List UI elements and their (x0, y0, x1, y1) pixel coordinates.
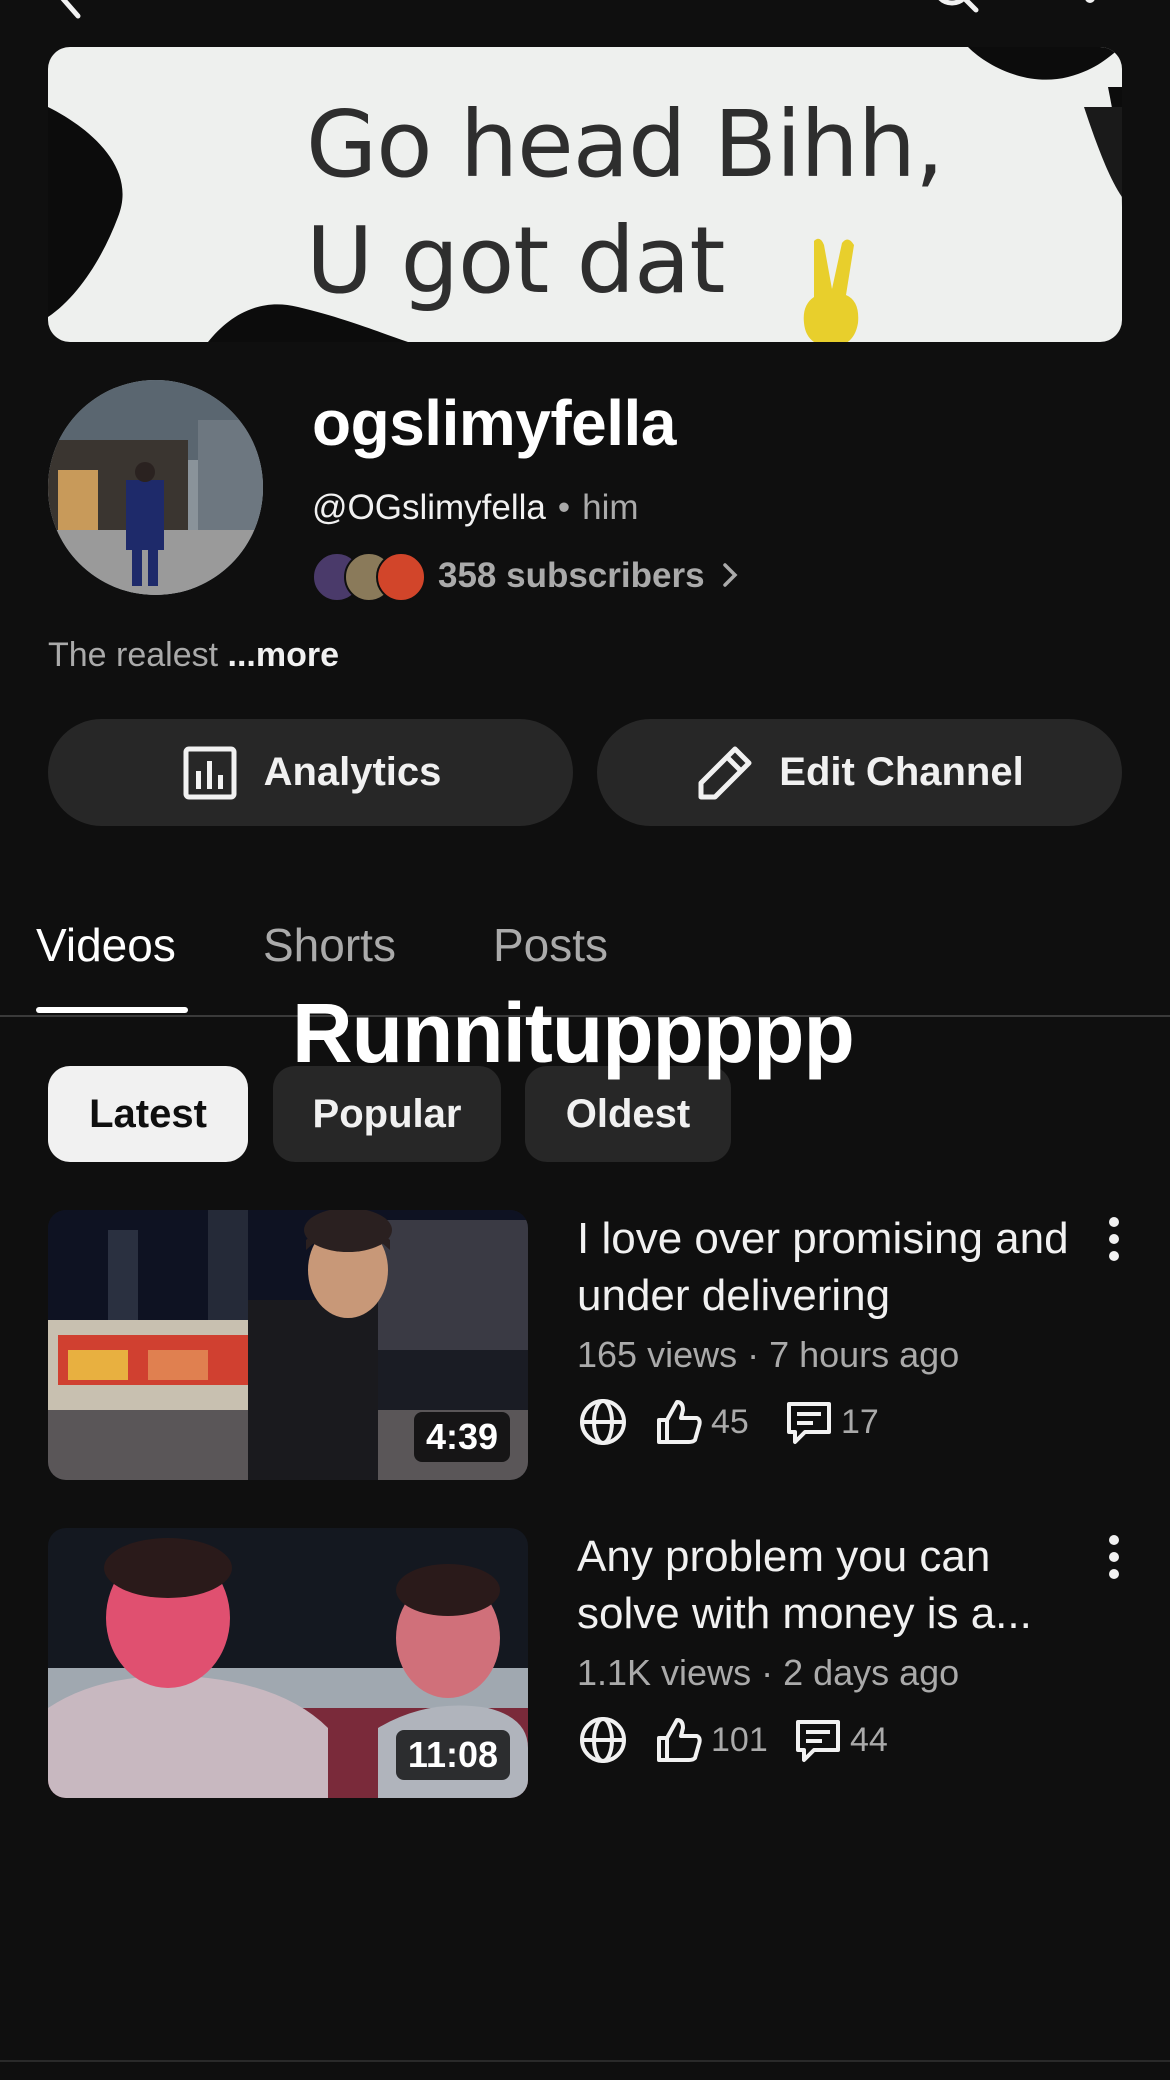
video-thumbnail[interactable]: 4:39 (48, 1210, 528, 1480)
visibility-stat (577, 1712, 629, 1768)
channel-avatar[interactable] (48, 380, 263, 595)
channel-handle: @OGslimyfella (312, 488, 546, 527)
likes-count: 45 (711, 1402, 749, 1441)
video-duration: 11:08 (395, 1730, 510, 1780)
comments-stat: 17 (783, 1394, 879, 1450)
globe-icon (580, 1399, 626, 1445)
pencil-icon (698, 746, 752, 799)
channel-handle-row: @OGslimyfella • him (312, 488, 639, 528)
edit-channel-label: Edit Channel (779, 750, 1024, 794)
banner-line-2: U got dat (306, 207, 725, 314)
comment-icon (796, 1720, 840, 1762)
video-title[interactable]: Any problem you can solve with money is … (577, 1528, 1087, 1642)
channel-banner: Go head Bihh, U got dat (48, 47, 1122, 342)
thumbs-up-icon (657, 1400, 702, 1444)
analytics-button[interactable]: Analytics (48, 719, 573, 826)
more-vert-icon[interactable] (1070, 0, 1110, 20)
banner-line-1: Go head Bihh, (306, 91, 944, 198)
overlay-caption: Runnituppppp (292, 986, 855, 1080)
video-duration: 4:39 (413, 1412, 510, 1462)
separator-dot: • (557, 488, 571, 527)
edit-channel-button[interactable]: Edit Channel (597, 719, 1122, 826)
likes-stat: 45 (653, 1394, 749, 1450)
tab-shorts[interactable]: Shorts (263, 918, 396, 972)
subscriber-count: 358 subscribers (438, 556, 740, 596)
active-tab-indicator (36, 1007, 188, 1013)
tab-videos[interactable]: Videos (36, 918, 176, 972)
video-meta: 165 views · 7 hours ago (577, 1334, 960, 1375)
likes-stat: 101 (653, 1712, 768, 1768)
subscriber-avatars (312, 552, 426, 602)
channel-name: ogslimyfella (312, 387, 676, 459)
channel-pronouns: him (582, 488, 639, 527)
tab-posts[interactable]: Posts (493, 918, 608, 972)
video-title[interactable]: I love over promising and under deliveri… (577, 1210, 1087, 1324)
bottom-nav-edge (0, 2060, 1170, 2062)
video-meta: 1.1K views · 2 days ago (577, 1652, 960, 1693)
description-text: The realest (48, 636, 228, 674)
subscriber-count-text: 358 subscribers (438, 556, 705, 595)
comments-stat: 44 (792, 1712, 888, 1768)
comment-icon (787, 1402, 831, 1444)
channel-page: Go head Bihh, U got dat ogslimyfella @OG… (0, 0, 1170, 2080)
peace-hand-emoji-icon (803, 238, 859, 342)
channel-description[interactable]: The realest ...more (48, 636, 339, 675)
likes-count: 101 (711, 1720, 768, 1759)
subscriber-avatar (376, 552, 426, 602)
analytics-label: Analytics (263, 750, 442, 794)
more-vert-icon[interactable] (1100, 1532, 1128, 1582)
search-icon[interactable] (928, 0, 984, 20)
chip-latest[interactable]: Latest (48, 1066, 248, 1162)
more-vert-icon[interactable] (1100, 1214, 1128, 1264)
top-app-bar (0, 0, 1170, 20)
comments-count: 17 (841, 1402, 879, 1441)
comments-count: 44 (850, 1720, 888, 1759)
back-arrow-icon[interactable] (50, 0, 90, 20)
video-item[interactable]: 11:08 Any problem you can solve with mon… (48, 1528, 1122, 1798)
thumbs-up-icon (657, 1718, 702, 1762)
visibility-stat (577, 1394, 629, 1450)
chevron-right-icon (723, 563, 738, 587)
video-thumbnail[interactable]: 11:08 (48, 1528, 528, 1798)
globe-icon (580, 1717, 626, 1763)
video-item[interactable]: 4:39 I love over promising and under del… (48, 1210, 1122, 1480)
description-more-link[interactable]: ...more (228, 636, 339, 674)
analytics-icon (183, 746, 237, 799)
